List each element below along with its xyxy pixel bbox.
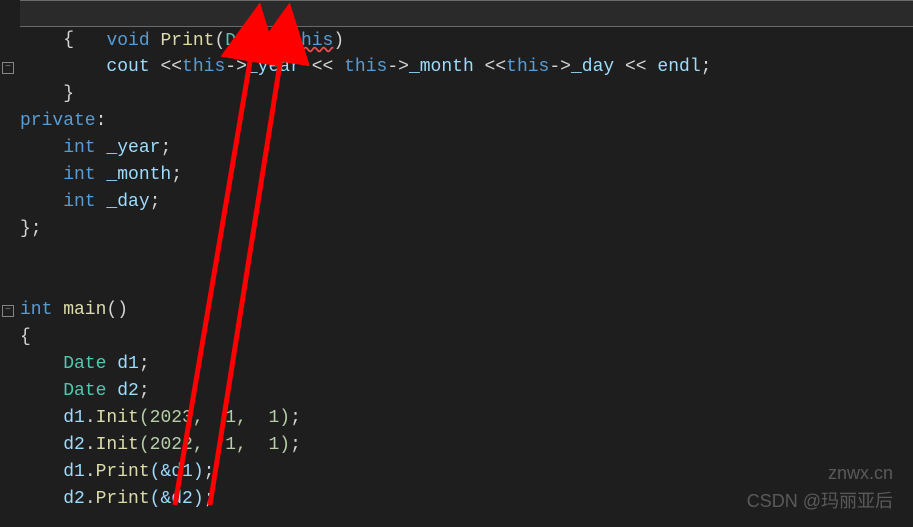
code-line[interactable]: Date d1; [20,351,913,378]
args: (&d2) [150,489,204,509]
code-line[interactable]: int _month; [20,162,913,189]
dot: . [85,435,96,455]
semicolon: ; [139,354,150,374]
stream-op: << [474,57,506,77]
arrow-op: -> [549,57,571,77]
semicolon: ; [204,489,215,509]
indent [20,57,106,77]
colon: : [96,111,107,131]
cout-identifier: cout [106,57,149,77]
semicolon: ; [150,192,161,212]
semicolon: ; [204,462,215,482]
code-line[interactable]: }; [20,216,913,243]
args: (&d1) [150,462,204,482]
collapse-gutter[interactable]: − [0,55,16,80]
code-line[interactable]: d2.Init(2022, 1, 1); [20,432,913,459]
code-line[interactable]: int _day; [20,189,913,216]
method-call: Init [96,435,139,455]
object-ref: d1 [20,462,85,482]
stream-op: << [614,57,657,77]
stream-op: << [150,57,182,77]
method-call: Print [96,462,150,482]
code-line[interactable]: int _year; [20,135,913,162]
member-decl: _day [96,192,150,212]
code-line[interactable]: { [20,27,913,54]
code-line[interactable]: } [20,81,913,108]
dot: . [85,408,96,428]
type-int: int [20,165,96,185]
this-keyword: this [506,57,549,77]
semicolon: ; [139,381,150,401]
args: (2023, 1, 1) [139,408,290,428]
dot: . [85,489,96,509]
code-line[interactable]: private: [20,108,913,135]
type-int: int [20,300,52,320]
collapse-icon[interactable]: − [2,305,14,317]
object-ref: d1 [20,408,85,428]
main-function: main [52,300,106,320]
method-call: Print [96,489,150,509]
collapse-icon[interactable]: − [2,62,14,74]
var-decl: d2 [106,381,138,401]
parens: () [106,300,128,320]
code-line[interactable]: cout <<this->_year << this->_month <<thi… [20,54,913,81]
semicolon: ; [171,165,182,185]
var-decl: d1 [106,354,138,374]
endl-identifier: endl [657,57,700,77]
watermark-text: znwx.cn [828,460,893,487]
type-name: Date [20,354,106,374]
type-int: int [20,138,96,158]
semicolon: ; [160,138,171,158]
code-line[interactable] [20,243,913,270]
code-line[interactable]: Date d2; [20,378,913,405]
member-var: _day [571,57,614,77]
member-decl: _month [96,165,172,185]
member-var: _year [247,57,301,77]
method-call: Init [96,408,139,428]
code-line[interactable] [20,270,913,297]
type-int: int [20,192,96,212]
dot: . [85,462,96,482]
code-line[interactable]: d1.Init(2023, 1, 1); [20,405,913,432]
member-var: _month [409,57,474,77]
semicolon: ; [290,408,301,428]
semicolon: ; [290,435,301,455]
member-decl: _year [96,138,161,158]
object-ref: d2 [20,489,85,509]
collapse-gutter[interactable]: − [0,297,16,324]
brace-close: } [20,84,74,104]
code-line[interactable]: − void Print(Date* this) [20,0,913,27]
object-ref: d2 [20,435,85,455]
type-name: Date [20,381,106,401]
this-keyword: this [344,57,387,77]
this-keyword: this [182,57,225,77]
code-editor[interactable]: − void Print(Date* this) { cout <<this->… [0,0,913,513]
brace-open: { [20,327,31,347]
stream-op: << [301,57,344,77]
arrow-op: -> [387,57,409,77]
watermark-text: CSDN @玛丽亚后 [747,488,893,515]
code-line[interactable]: d1.Print(&d1); [20,459,913,486]
semicolon: ; [701,57,712,77]
class-close: }; [20,219,42,239]
code-line[interactable]: −int main() [20,297,913,324]
code-line[interactable]: { [20,324,913,351]
access-specifier: private [20,111,96,131]
args: (2022, 1, 1) [139,435,290,455]
brace-open: { [20,30,74,50]
arrow-op: -> [225,57,247,77]
